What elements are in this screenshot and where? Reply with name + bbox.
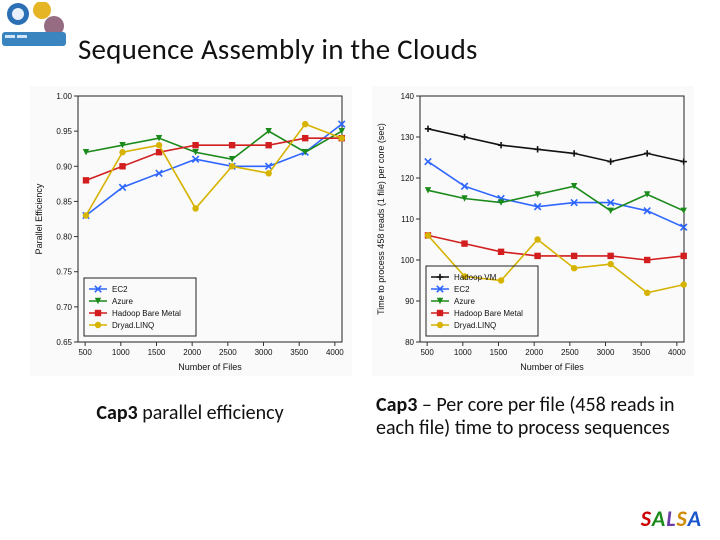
- svg-text:80: 80: [405, 338, 414, 347]
- svg-text:Number of Files: Number of Files: [520, 362, 584, 372]
- svg-text:1000: 1000: [454, 348, 472, 357]
- svg-text:0.75: 0.75: [56, 268, 72, 277]
- caption-right: Cap3 – Per core per file (458 reads in e…: [376, 394, 696, 440]
- svg-text:1000: 1000: [112, 348, 130, 357]
- svg-text:2500: 2500: [561, 348, 579, 357]
- caption-right-rest: – Per core per file (458 reads in each f…: [376, 393, 675, 440]
- svg-text:500: 500: [420, 348, 434, 357]
- svg-text:2500: 2500: [219, 348, 237, 357]
- svg-text:500: 500: [78, 348, 92, 357]
- svg-text:2000: 2000: [525, 348, 543, 357]
- svg-text:0.80: 0.80: [56, 233, 72, 242]
- chart-right: 500 1000 1500 2000 2500 3000 3500 4000 Number of…: [372, 86, 694, 376]
- chart-left: 500 1000 1500 2000 2500 3000 3500 4000 Number of…: [30, 86, 352, 376]
- svg-text:4000: 4000: [668, 348, 686, 357]
- svg-text:3000: 3000: [597, 348, 615, 357]
- svg-text:Hadoop Bare Metal: Hadoop Bare Metal: [112, 309, 181, 318]
- svg-text:110: 110: [401, 215, 414, 224]
- svg-text:Azure: Azure: [454, 297, 475, 306]
- footer-brand: SALSA: [641, 505, 702, 532]
- svg-text:3500: 3500: [290, 348, 308, 357]
- svg-text:140: 140: [401, 92, 415, 101]
- svg-text:Azure: Azure: [112, 297, 133, 306]
- svg-text:120: 120: [401, 174, 415, 183]
- svg-text:0.70: 0.70: [56, 303, 72, 312]
- caption-left-bold: Cap3: [96, 401, 137, 425]
- svg-text:1500: 1500: [148, 348, 166, 357]
- svg-text:0.85: 0.85: [56, 197, 72, 206]
- svg-text:1500: 1500: [490, 348, 508, 357]
- caption-left: Cap3 parallel efficiency: [40, 402, 340, 425]
- svg-text:Dryad.LINQ: Dryad.LINQ: [112, 321, 154, 330]
- svg-text:Hadoop Bare Metal: Hadoop Bare Metal: [454, 309, 523, 318]
- svg-text:EC2: EC2: [454, 285, 470, 294]
- svg-text:Number of Files: Number of Files: [178, 362, 242, 372]
- svg-text:4000: 4000: [326, 348, 344, 357]
- svg-text:0.95: 0.95: [56, 127, 72, 136]
- svg-text:Dryad.LINQ: Dryad.LINQ: [454, 321, 496, 330]
- svg-text:3500: 3500: [632, 348, 650, 357]
- page-title: Sequence Assembly in the Clouds: [78, 31, 478, 67]
- svg-text:EC2: EC2: [112, 285, 128, 294]
- svg-text:Time to process 458 reads (1: Time to process 458 reads (1 file) per c…: [376, 123, 386, 315]
- caption-right-bold: Cap3: [376, 393, 417, 417]
- svg-text:2000: 2000: [183, 348, 201, 357]
- svg-text:Hadoop VM: Hadoop VM: [454, 273, 497, 282]
- svg-text:Parallel Efficiency: Parallel Efficiency: [34, 183, 44, 254]
- svg-text:100: 100: [401, 256, 415, 265]
- svg-text:3000: 3000: [255, 348, 273, 357]
- svg-text:0.65: 0.65: [56, 338, 72, 347]
- svg-text:1.00: 1.00: [56, 92, 72, 101]
- svg-text:90: 90: [405, 297, 414, 306]
- svg-text:0.90: 0.90: [56, 162, 72, 171]
- caption-left-rest: parallel efficiency: [138, 401, 284, 425]
- page-logo: [2, 2, 66, 46]
- svg-text:130: 130: [401, 133, 415, 142]
